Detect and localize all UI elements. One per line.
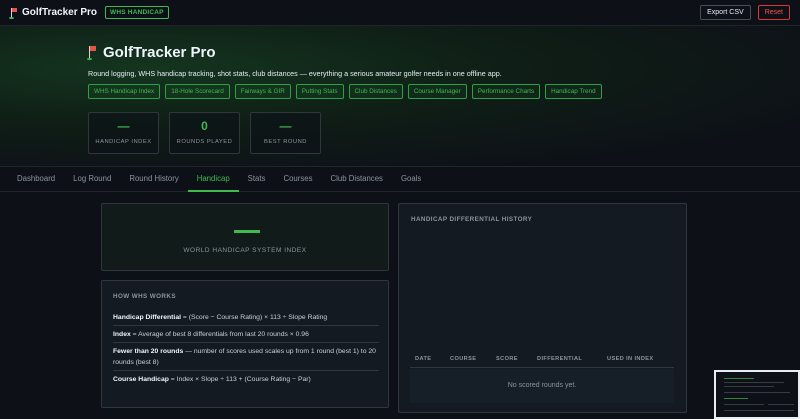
- column-header-date: DATE: [415, 355, 432, 362]
- stat-label: ROUNDS PLAYED: [176, 139, 233, 145]
- feature-chip: WHS Handicap Index: [88, 84, 161, 99]
- feature-chip: Club Distances: [348, 84, 403, 99]
- whs-badge: WHS HANDICAP: [105, 6, 169, 19]
- top-bar: GolfTracker Pro WHS HANDICAP Export CSV …: [0, 0, 800, 26]
- tab-dashboard[interactable]: Dashboard: [8, 167, 64, 192]
- column-header-score: SCORE: [496, 355, 518, 362]
- how-whs-works-card: HOW WHS WORKS Handicap Differential = (S…: [101, 280, 389, 408]
- stat-label: BEST ROUND: [264, 139, 307, 145]
- stat-handicap-index: — HANDICAP INDEX: [88, 112, 159, 154]
- hero-title-text: GolfTracker Pro: [103, 44, 216, 61]
- feature-chip: Course Manager: [407, 84, 467, 99]
- handicap-index-value: [234, 230, 260, 233]
- whs-rule: Fewer than 20 rounds — number of scores …: [113, 343, 379, 371]
- stat-value: 0: [201, 119, 208, 133]
- tab-goals[interactable]: Goals: [392, 167, 430, 192]
- whs-rule: Handicap Differential = (Score − Course …: [113, 309, 379, 326]
- rule-text: = Index × Slope ÷ 113 + (Course Rating −…: [168, 376, 311, 383]
- handicap-index-label: WORLD HANDICAP SYSTEM INDEX: [183, 247, 307, 254]
- section-heading: HOW WHS WORKS: [113, 293, 176, 300]
- reset-button[interactable]: Reset: [757, 5, 790, 20]
- hero-title: GolfTracker Pro: [87, 44, 216, 61]
- rule-text: = Average of best 8 differentials from l…: [130, 331, 309, 338]
- stat-value: —: [117, 119, 130, 133]
- top-actions: Export CSV Reset: [700, 5, 790, 20]
- section-heading: HANDICAP DIFFERENTIAL HISTORY: [411, 216, 533, 223]
- rule-text: = (Score − Course Rating) × 113 ÷ Slope …: [180, 314, 328, 321]
- whs-rule: Index = Average of best 8 differentials …: [113, 326, 379, 343]
- stat-best-round: — BEST ROUND: [250, 112, 321, 154]
- tab-stats[interactable]: Stats: [239, 167, 275, 192]
- rule-term: Course Handicap: [113, 376, 169, 383]
- column-header-differential: DIFFERENTIAL: [537, 355, 583, 362]
- history-table-header: DATE COURSE SCORE DIFFERENTIAL USED IN I…: [410, 350, 674, 368]
- stat-value: —: [279, 119, 292, 133]
- tab-handicap[interactable]: Handicap: [187, 167, 239, 192]
- stat-label: HANDICAP INDEX: [95, 139, 152, 145]
- tab-club-distances[interactable]: Club Distances: [322, 167, 392, 192]
- export-csv-button[interactable]: Export CSV: [700, 5, 751, 20]
- feature-chip: Handicap Trend: [545, 84, 602, 99]
- rule-term: Index: [113, 331, 131, 338]
- whs-rule: Course Handicap = Index × Slope ÷ 113 + …: [113, 371, 379, 387]
- brand: GolfTracker Pro: [9, 7, 98, 19]
- feature-chip: 18-Hole Scorecard: [165, 84, 230, 99]
- app-title: GolfTracker Pro: [22, 7, 98, 18]
- preview-thumbnail[interactable]: [714, 370, 800, 419]
- feature-chip: Fairways & GIR: [234, 84, 291, 99]
- golf-flag-icon: [9, 7, 18, 19]
- empty-state: No scored rounds yet.: [410, 369, 674, 403]
- feature-chip: Performance Charts: [471, 84, 541, 99]
- feature-chip: Putting Stats: [295, 84, 344, 99]
- stat-rounds-played: 0 ROUNDS PLAYED: [169, 112, 240, 154]
- golf-flag-icon: [87, 46, 98, 60]
- tab-courses[interactable]: Courses: [274, 167, 321, 192]
- rule-term: Fewer than 20 rounds: [113, 348, 184, 355]
- tab-round-history[interactable]: Round History: [120, 167, 187, 192]
- hero-section: GolfTracker Pro Round logging, WHS handi…: [0, 26, 800, 166]
- feature-chips: WHS Handicap Index 18-Hole Scorecard Fai…: [88, 84, 602, 99]
- whs-rules-list: Handicap Differential = (Score − Course …: [113, 309, 379, 387]
- rule-term: Handicap Differential: [113, 314, 181, 321]
- hero-subtitle: Round logging, WHS handicap tracking, sh…: [88, 69, 502, 78]
- handicap-index-card: WORLD HANDICAP SYSTEM INDEX: [101, 203, 389, 271]
- column-header-used-in-index: USED IN INDEX: [607, 355, 654, 362]
- main-nav: Dashboard Log Round Round History Handic…: [0, 166, 800, 192]
- hero-stats: — HANDICAP INDEX 0 ROUNDS PLAYED — BEST …: [88, 112, 321, 154]
- tab-log-round[interactable]: Log Round: [64, 167, 120, 192]
- column-header-course: COURSE: [450, 355, 477, 362]
